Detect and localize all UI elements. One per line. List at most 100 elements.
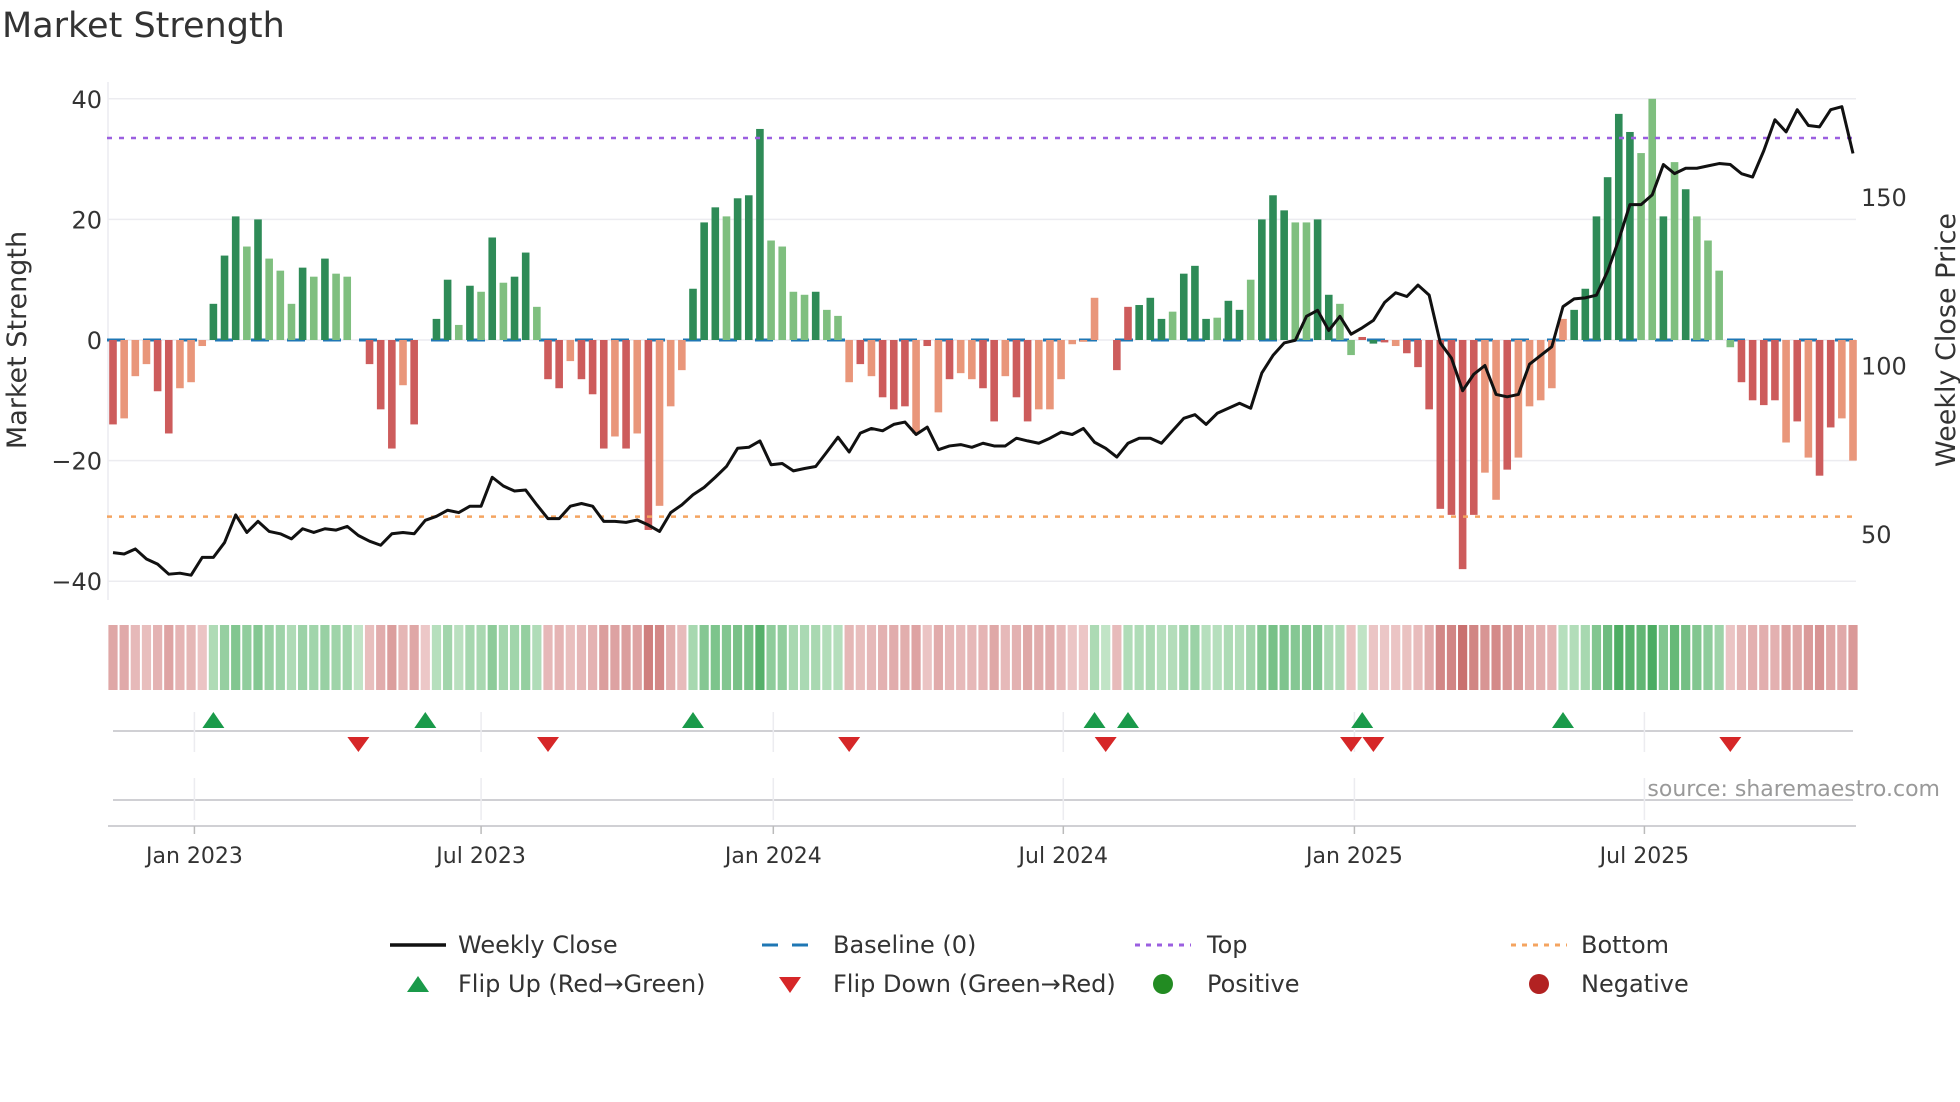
strength-bar bbox=[1782, 340, 1790, 443]
heat-strip-cell bbox=[1569, 625, 1579, 690]
strength-bar bbox=[1838, 340, 1846, 419]
strength-bar bbox=[1213, 317, 1222, 340]
y-tick-label: 40 bbox=[71, 86, 102, 114]
heat-strip-cell bbox=[409, 625, 419, 690]
heat-strip-cell bbox=[376, 625, 386, 690]
strength-bar bbox=[1514, 340, 1523, 458]
heat-strip-cell bbox=[219, 625, 230, 690]
heat-strip-cell bbox=[543, 625, 553, 690]
legend-positive-label: Positive bbox=[1207, 970, 1300, 998]
strength-bar bbox=[1090, 297, 1099, 340]
heat-strip-cell bbox=[1034, 625, 1044, 690]
strength-bar bbox=[1057, 340, 1065, 380]
strength-bar bbox=[1681, 189, 1690, 340]
strength-bar bbox=[767, 240, 775, 340]
heat-strip-cell bbox=[1446, 625, 1457, 690]
heat-strip-cell bbox=[1837, 625, 1847, 690]
strength-bar bbox=[1458, 340, 1467, 570]
y2-tick-label: 150 bbox=[1861, 184, 1907, 212]
heat-strip-cell bbox=[1524, 625, 1535, 690]
strength-bar bbox=[1358, 336, 1367, 340]
x-tick-label: Jan 2023 bbox=[144, 844, 243, 869]
strength-bar bbox=[1135, 305, 1143, 340]
strength-bar bbox=[1648, 98, 1657, 340]
strength-bar bbox=[254, 219, 262, 340]
strength-bar bbox=[1269, 195, 1277, 340]
strength-bar bbox=[1492, 340, 1500, 500]
strength-bar bbox=[1369, 340, 1378, 344]
heat-strip-cell bbox=[643, 625, 653, 690]
heat-strip-cell bbox=[1268, 625, 1278, 690]
heat-strip-cell bbox=[1067, 625, 1077, 690]
strength-bar bbox=[599, 340, 608, 449]
heat-strip-cell bbox=[364, 625, 375, 690]
strength-bar bbox=[1715, 270, 1723, 340]
y-tick-label: −20 bbox=[51, 448, 102, 476]
strength-bar bbox=[577, 340, 586, 380]
strength-bar bbox=[555, 340, 563, 389]
strength-bar bbox=[1258, 219, 1266, 340]
heat-strip-cell bbox=[443, 625, 453, 690]
flip-down-marker bbox=[838, 737, 861, 752]
heat-strip-cell bbox=[1145, 625, 1155, 690]
strength-bar bbox=[399, 340, 407, 386]
strength-bar bbox=[1804, 340, 1813, 458]
heat-strip-cell bbox=[788, 625, 798, 690]
strength-bar bbox=[544, 340, 552, 380]
heat-strip-cell bbox=[1056, 625, 1066, 690]
heat-strip-cell bbox=[1168, 625, 1178, 690]
flip-down-marker bbox=[1362, 737, 1385, 752]
heat-strip-cell bbox=[465, 625, 475, 690]
heat-strip-cell bbox=[1313, 625, 1323, 690]
strength-bar bbox=[298, 267, 307, 340]
triangle-down-icon bbox=[779, 977, 801, 993]
circle-icon bbox=[1153, 974, 1173, 994]
heat-strip-cell bbox=[1190, 625, 1200, 690]
strength-bar bbox=[1012, 340, 1021, 398]
heat-strip-cell bbox=[1759, 625, 1769, 690]
strength-bar bbox=[1626, 131, 1634, 340]
strength-bar bbox=[1826, 340, 1835, 428]
heat-strip-cell bbox=[242, 625, 252, 690]
heat-strip-cell bbox=[153, 625, 163, 690]
strength-bar bbox=[1124, 306, 1132, 340]
heat-strip-cell bbox=[1826, 625, 1836, 690]
heat-strip-cell bbox=[1848, 625, 1858, 690]
strength-bar bbox=[231, 216, 240, 340]
strength-bar bbox=[689, 288, 697, 340]
heat-strip-cell bbox=[811, 625, 821, 690]
strength-bar bbox=[365, 340, 374, 365]
strength-bar bbox=[811, 291, 820, 340]
strength-bar bbox=[611, 340, 619, 437]
heat-strip-cell bbox=[1201, 625, 1211, 690]
strength-bar bbox=[1034, 340, 1043, 410]
strength-bar bbox=[889, 340, 898, 410]
market-strength-chart: 40 20 0 −20 −40 150 100 50 Market Strength Weekly… bbox=[2, 82, 1960, 998]
heat-strip-cell bbox=[1714, 625, 1724, 690]
heat-strip-cell bbox=[632, 625, 642, 690]
strength-bar bbox=[1481, 340, 1489, 473]
strength-bar bbox=[1570, 309, 1578, 340]
strength-bar bbox=[410, 340, 418, 425]
heat-strip-cell bbox=[1212, 625, 1222, 690]
strength-bar bbox=[309, 276, 318, 340]
heat-strip-cell bbox=[1692, 625, 1702, 690]
heat-strip-cell bbox=[1156, 625, 1167, 690]
strength-bar bbox=[834, 315, 842, 340]
triangle-up-icon bbox=[407, 976, 429, 992]
strength-bar bbox=[1849, 340, 1857, 461]
strength-bar bbox=[1224, 300, 1233, 340]
heat-strip-cell bbox=[677, 625, 687, 690]
strength-bar bbox=[276, 270, 285, 340]
flip-down-marker bbox=[1094, 737, 1117, 752]
heat-strip-cell bbox=[1435, 625, 1445, 690]
strength-bar bbox=[1726, 340, 1735, 348]
heat-strip-cell bbox=[1647, 625, 1657, 690]
strength-bar bbox=[1235, 309, 1244, 340]
heat-strip-cell bbox=[1301, 625, 1312, 690]
legend-negative-label: Negative bbox=[1581, 970, 1689, 998]
heat-strip-cell bbox=[1179, 625, 1189, 690]
strength-bar bbox=[1469, 340, 1478, 515]
heat-strip-cell bbox=[1636, 625, 1646, 690]
strength-bar bbox=[176, 340, 184, 389]
